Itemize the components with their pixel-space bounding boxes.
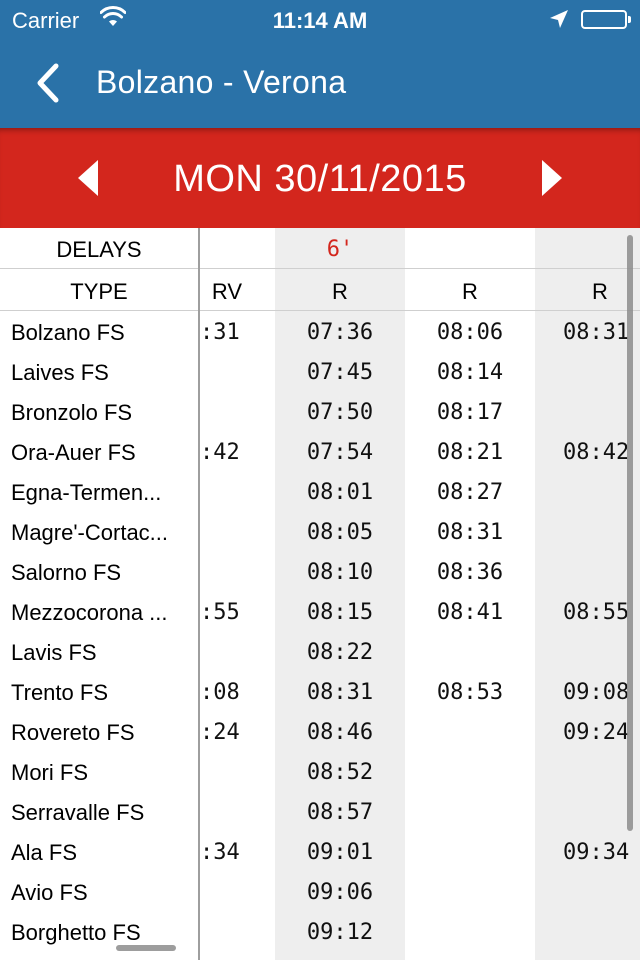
stop-name[interactable]: Egna-Termen...: [11, 480, 193, 506]
stop-name[interactable]: Rovereto FS: [11, 720, 193, 746]
delays-header: DELAYS: [56, 237, 142, 262]
train-type-cell[interactable]: R: [535, 279, 640, 305]
time-cell[interactable]: 09:01: [275, 840, 405, 865]
type-header: TYPE: [70, 279, 128, 304]
time-cell[interactable]: 08:31: [405, 520, 535, 545]
time-cell[interactable]: 08:53: [405, 680, 535, 705]
time-cell[interactable]: 08:55: [535, 600, 640, 625]
clock: 11:14 AM: [272, 8, 368, 33]
train-type-cell[interactable]: R: [275, 279, 405, 305]
stop-name[interactable]: Serravalle FS: [11, 800, 193, 826]
triangle-right-icon: [542, 160, 562, 196]
time-cell[interactable]: 09:12: [275, 920, 405, 945]
stop-name[interactable]: Borghetto FS: [11, 920, 193, 946]
stop-name[interactable]: Magre'-Cortac...: [11, 520, 193, 546]
time-cell[interactable]: 08:10: [275, 560, 405, 585]
time-cell[interactable]: 09:06: [275, 880, 405, 905]
train-type-cell[interactable]: R: [405, 279, 535, 305]
time-cell[interactable]: 07:50: [275, 400, 405, 425]
nav-bar: Bolzano - Verona: [0, 40, 640, 128]
delay-cell: 6': [326, 237, 354, 262]
divider: [198, 228, 200, 960]
back-button[interactable]: [30, 58, 66, 108]
time-cell[interactable]: 08:46: [275, 720, 405, 745]
time-cell[interactable]: 08:27: [405, 480, 535, 505]
time-cell[interactable]: :42: [200, 440, 260, 465]
time-cell[interactable]: 08:01: [275, 480, 405, 505]
time-cell[interactable]: 09:08: [535, 680, 640, 705]
location-arrow-icon: [548, 8, 570, 36]
stop-name[interactable]: Lavis FS: [11, 640, 193, 666]
timetable[interactable]: RV 6' R R R:31 07:36 08:06 08:31 07:45 08:14 07:50…: [0, 228, 640, 960]
train-columns[interactable]: RV 6' R R R:31 07:36 08:06 08:31 07:45 08:14 07:50…: [200, 228, 640, 960]
stop-name[interactable]: Ora-Auer FS: [11, 440, 193, 466]
time-cell[interactable]: 07:36: [275, 320, 405, 345]
stop-name[interactable]: Laives FS: [11, 360, 193, 386]
time-cell[interactable]: 09:24: [535, 720, 640, 745]
time-cell[interactable]: 08:05: [275, 520, 405, 545]
time-cell[interactable]: 07:45: [275, 360, 405, 385]
time-cell[interactable]: :31: [200, 320, 260, 345]
stop-name[interactable]: Mezzocorona ...: [11, 600, 193, 626]
chevron-left-icon: [37, 63, 59, 103]
status-bar: Carrier 11:14 AM: [0, 0, 640, 40]
divider: [0, 268, 640, 269]
divider: [0, 310, 640, 311]
page-title: Bolzano - Verona: [96, 64, 347, 100]
stop-name[interactable]: Mori FS: [11, 760, 193, 786]
stop-name[interactable]: Avio FS: [11, 880, 193, 906]
stop-name[interactable]: Bolzano FS: [11, 320, 193, 346]
time-cell[interactable]: :34: [200, 840, 260, 865]
time-cell[interactable]: 08:31: [535, 320, 640, 345]
time-cell[interactable]: 07:54: [275, 440, 405, 465]
time-cell[interactable]: 08:31: [275, 680, 405, 705]
next-day-button[interactable]: [532, 158, 572, 198]
time-cell[interactable]: :55: [200, 600, 260, 625]
time-cell[interactable]: :08: [200, 680, 260, 705]
time-cell[interactable]: 08:57: [275, 800, 405, 825]
time-cell[interactable]: :24: [200, 720, 260, 745]
horizontal-scrollbar[interactable]: [116, 945, 176, 951]
stop-name[interactable]: Trento FS: [11, 680, 193, 706]
vertical-scrollbar[interactable]: [627, 235, 633, 831]
time-cell[interactable]: 08:36: [405, 560, 535, 585]
battery-icon: [581, 10, 631, 29]
stop-name[interactable]: Ala FS: [11, 840, 193, 866]
time-cell[interactable]: 08:17: [405, 400, 535, 425]
time-cell[interactable]: 08:22: [275, 640, 405, 665]
time-cell[interactable]: 08:52: [275, 760, 405, 785]
time-cell[interactable]: 08:06: [405, 320, 535, 345]
time-cell[interactable]: 08:15: [275, 600, 405, 625]
stop-name[interactable]: Salorno FS: [11, 560, 193, 586]
time-cell[interactable]: 08:42: [535, 440, 640, 465]
time-cell[interactable]: 08:21: [405, 440, 535, 465]
stop-name[interactable]: Bronzolo FS: [11, 400, 193, 426]
date-selector: MON 30/11/2015: [0, 128, 640, 228]
time-cell[interactable]: 09:34: [535, 840, 640, 865]
time-cell[interactable]: 08:14: [405, 360, 535, 385]
time-cell[interactable]: 08:41: [405, 600, 535, 625]
